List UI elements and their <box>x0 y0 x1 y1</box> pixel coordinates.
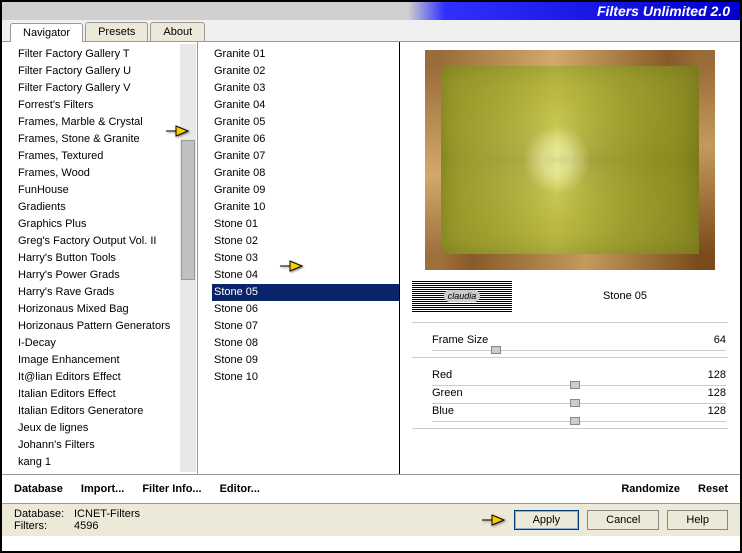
filter-item[interactable]: Stone 04 <box>212 267 399 284</box>
filter-item[interactable]: Granite 05 <box>212 114 399 131</box>
param-value: 128 <box>708 369 726 381</box>
filter-list[interactable]: Granite 01Granite 02Granite 03Granite 04… <box>198 42 399 474</box>
filter-item[interactable]: Granite 10 <box>212 199 399 216</box>
filter-item[interactable]: Stone 01 <box>212 216 399 233</box>
reset-link[interactable]: Reset <box>698 483 728 495</box>
filter-item[interactable]: Stone 05 <box>212 284 399 301</box>
parameters-panel: Frame Size 64 Red 128 Green 128 Blue 128 <box>412 322 728 429</box>
preview-image <box>425 50 715 270</box>
filter-item[interactable]: Granite 01 <box>212 46 399 63</box>
category-item[interactable]: I-Decay <box>16 335 197 352</box>
preview-column: claudia Stone 05 Frame Size 64 Red 128 G… <box>400 42 740 474</box>
category-item[interactable]: Filter Factory Gallery V <box>16 80 197 97</box>
category-scrollbar[interactable] <box>180 44 196 472</box>
param-green[interactable]: Green 128 <box>412 384 728 402</box>
param-value: 128 <box>708 387 726 399</box>
category-item[interactable]: Graphics Plus <box>16 216 197 233</box>
filter-item[interactable]: Granite 04 <box>212 97 399 114</box>
slider-thumb[interactable] <box>570 417 580 425</box>
param-frame-size[interactable]: Frame Size 64 <box>412 331 728 349</box>
randomize-link[interactable]: Randomize <box>621 483 680 495</box>
filter-item[interactable]: Granite 07 <box>212 148 399 165</box>
filter-item[interactable]: Stone 02 <box>212 233 399 250</box>
status-db-label: Database: <box>14 508 70 520</box>
filter-item[interactable]: Stone 08 <box>212 335 399 352</box>
category-item[interactable]: Italian Editors Effect <box>16 386 197 403</box>
category-item[interactable]: Gradients <box>16 199 197 216</box>
category-list[interactable]: Filter Factory Gallery TFilter Factory G… <box>2 42 197 474</box>
filter-item[interactable]: Stone 07 <box>212 318 399 335</box>
category-item[interactable]: Harry's Button Tools <box>16 250 197 267</box>
tab-about[interactable]: About <box>150 22 205 41</box>
tab-bar: Navigator Presets About <box>2 20 740 42</box>
category-item[interactable]: Horizonaus Mixed Bag <box>16 301 197 318</box>
category-item[interactable]: Image Enhancement <box>16 352 197 369</box>
category-item[interactable]: FunHouse <box>16 182 197 199</box>
filter-title-row: claudia Stone 05 <box>412 280 728 312</box>
apply-button[interactable]: Apply <box>514 510 580 530</box>
filter-item[interactable]: Granite 06 <box>212 131 399 148</box>
app-title: Filters Unlimited 2.0 <box>597 3 730 19</box>
status-db-value: ICNET-Filters <box>74 508 140 520</box>
param-label: Blue <box>432 405 454 417</box>
filter-item[interactable]: Granite 02 <box>212 63 399 80</box>
filter-item[interactable]: Granite 03 <box>212 80 399 97</box>
bottom-link-bar: Database Import... Filter Info... Editor… <box>2 474 740 503</box>
param-label: Red <box>432 369 452 381</box>
param-label: Frame Size <box>432 334 488 346</box>
param-red[interactable]: Red 128 <box>412 366 728 384</box>
filter-info-link[interactable]: Filter Info... <box>142 483 201 495</box>
filter-item[interactable]: Granite 08 <box>212 165 399 182</box>
cancel-button[interactable]: Cancel <box>587 510 659 530</box>
scroll-thumb[interactable] <box>181 140 195 280</box>
category-item[interactable]: Frames, Stone & Granite <box>16 131 197 148</box>
watermark-stamp: claudia <box>412 280 512 312</box>
category-item[interactable]: Filter Factory Gallery U <box>16 63 197 80</box>
category-column: Filter Factory Gallery TFilter Factory G… <box>2 42 198 474</box>
param-value: 64 <box>714 334 726 346</box>
category-item[interactable]: kang 1 <box>16 454 197 471</box>
filter-item[interactable]: Stone 09 <box>212 352 399 369</box>
title-bar: Filters Unlimited 2.0 <box>2 2 740 20</box>
category-item[interactable]: It@lian Editors Effect <box>16 369 197 386</box>
status-filters-value: 4596 <box>74 520 98 532</box>
tab-navigator[interactable]: Navigator <box>10 23 83 42</box>
category-item[interactable]: Frames, Textured <box>16 148 197 165</box>
category-item[interactable]: Harry's Rave Grads <box>16 284 197 301</box>
filter-item[interactable]: Stone 06 <box>212 301 399 318</box>
status-bar: Database: ICNET-Filters Filters: 4596 Appl… <box>2 503 740 536</box>
param-blue[interactable]: Blue 128 <box>412 402 728 420</box>
main-area: Filter Factory Gallery TFilter Factory G… <box>2 42 740 474</box>
param-label: Green <box>432 387 463 399</box>
category-item[interactable]: Harry's Power Grads <box>16 267 197 284</box>
filter-column: Granite 01Granite 02Granite 03Granite 04… <box>198 42 400 474</box>
help-button[interactable]: Help <box>667 510 728 530</box>
slider-thumb[interactable] <box>491 346 501 354</box>
database-link[interactable]: Database <box>14 483 63 495</box>
param-value: 128 <box>708 405 726 417</box>
category-item[interactable]: Italian Editors Generatore <box>16 403 197 420</box>
filter-item[interactable]: Granite 09 <box>212 182 399 199</box>
import-link[interactable]: Import... <box>81 483 124 495</box>
filter-item[interactable]: Stone 03 <box>212 250 399 267</box>
category-item[interactable]: Filter Factory Gallery T <box>16 46 197 63</box>
dialog-buttons: Apply Cancel Help <box>480 508 728 532</box>
hand-pointer-icon <box>480 511 506 529</box>
tab-presets[interactable]: Presets <box>85 22 148 41</box>
category-item[interactable]: Greg's Factory Output Vol. II <box>16 233 197 250</box>
category-item[interactable]: Horizonaus Pattern Generators <box>16 318 197 335</box>
status-filters-label: Filters: <box>14 520 70 532</box>
editor-link[interactable]: Editor... <box>220 483 260 495</box>
current-filter-name: Stone 05 <box>522 290 728 302</box>
category-item[interactable]: Frames, Wood <box>16 165 197 182</box>
category-item[interactable]: Johann's Filters <box>16 437 197 454</box>
category-item[interactable]: Jeux de lignes <box>16 420 197 437</box>
category-item[interactable]: Frames, Marble & Crystal <box>16 114 197 131</box>
category-item[interactable]: Forrest's Filters <box>16 97 197 114</box>
filter-item[interactable]: Stone 10 <box>212 369 399 386</box>
